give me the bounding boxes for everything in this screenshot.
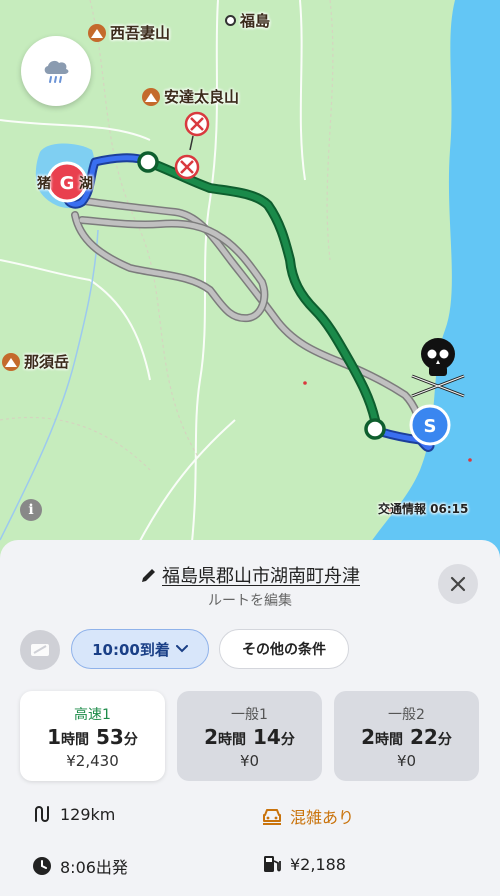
pencil-icon bbox=[142, 569, 155, 582]
destination-row[interactable]: 福島県郡山市湖南町舟津 bbox=[0, 562, 500, 588]
weather-button[interactable] bbox=[21, 36, 91, 106]
chevron-down-icon bbox=[175, 645, 188, 653]
poi-dot bbox=[468, 458, 472, 462]
info-icon[interactable]: i bbox=[20, 499, 42, 521]
route-fare: ¥2,430 bbox=[66, 752, 119, 770]
road-closure-icon bbox=[184, 111, 210, 137]
label-adatara: 安達太良山 bbox=[142, 86, 239, 107]
close-button[interactable] bbox=[438, 564, 478, 604]
route-card-highway1[interactable]: 高速1 1時間 53分 ¥2,430 bbox=[20, 691, 165, 781]
label-nasu: 那須岳 bbox=[2, 351, 69, 372]
arrival-time: 10:00 bbox=[92, 640, 140, 659]
interchange-node bbox=[364, 418, 386, 440]
rain-cloud-icon bbox=[44, 60, 69, 83]
mountain-icon bbox=[142, 87, 160, 106]
vehicle-icon bbox=[31, 644, 49, 656]
label-fukushima: 福島 bbox=[225, 10, 270, 31]
route-duration: 2時間 14分 bbox=[204, 725, 295, 749]
map-view[interactable]: G S 西吾妻山 福島 安達太良山 那須岳 猪 湖 i 交通情報 06:15 bbox=[0, 0, 500, 561]
label-nishiazuma: 西吾妻山 bbox=[88, 22, 170, 43]
start-marker-label: S bbox=[424, 416, 437, 437]
route-card-general2[interactable]: 一般2 2時間 22分 ¥0 bbox=[334, 691, 479, 781]
clock-icon bbox=[33, 857, 51, 875]
traffic-jam-icon bbox=[263, 809, 281, 825]
fuel-pump-icon bbox=[264, 856, 281, 872]
route-duration: 1時間 53分 bbox=[47, 725, 138, 749]
road-closure-icon bbox=[174, 154, 200, 180]
arrival-suffix: 到着 bbox=[139, 640, 170, 659]
arrival-time-button[interactable]: 10:00到着 bbox=[71, 629, 209, 669]
destination-title[interactable]: 福島県郡山市湖南町舟津 bbox=[162, 566, 360, 587]
route-card-general1[interactable]: 一般1 2時間 14分 ¥0 bbox=[177, 691, 322, 781]
label-inawashiro: 猪 湖 bbox=[37, 176, 93, 192]
route-fare: ¥0 bbox=[396, 752, 417, 770]
mountain-icon bbox=[2, 352, 20, 371]
route-name: 高速1 bbox=[74, 707, 111, 723]
route-duration: 2時間 22分 bbox=[361, 725, 452, 749]
route-panel: 福島県郡山市湖南町舟津 ルートを編集 10:00到着 その他の条件 高速1 1時… bbox=[0, 540, 500, 896]
distance-stat: 129km bbox=[32, 804, 115, 824]
poi-dot bbox=[303, 381, 307, 385]
start-marker[interactable]: S bbox=[409, 404, 451, 446]
other-conditions-button[interactable]: その他の条件 bbox=[219, 629, 349, 669]
route-distance-icon bbox=[35, 806, 49, 822]
city-dot-icon bbox=[225, 15, 236, 26]
route-name: 一般1 bbox=[231, 707, 268, 723]
interchange-node bbox=[137, 151, 159, 173]
close-icon bbox=[450, 576, 466, 592]
vehicle-type-button[interactable] bbox=[20, 630, 60, 670]
departure-stat[interactable]: 8:06出発 bbox=[32, 854, 128, 878]
traffic-info-label[interactable]: 交通情報 06:15 bbox=[378, 500, 468, 517]
fuel-cost-stat: ¥2,188 bbox=[262, 854, 346, 874]
route-fare: ¥0 bbox=[239, 752, 260, 770]
mountain-icon bbox=[88, 23, 106, 42]
route-name: 一般2 bbox=[388, 707, 425, 723]
congestion-stat[interactable]: 混雑あり bbox=[262, 804, 354, 828]
edit-route-link[interactable]: ルートを編集 bbox=[0, 590, 500, 610]
